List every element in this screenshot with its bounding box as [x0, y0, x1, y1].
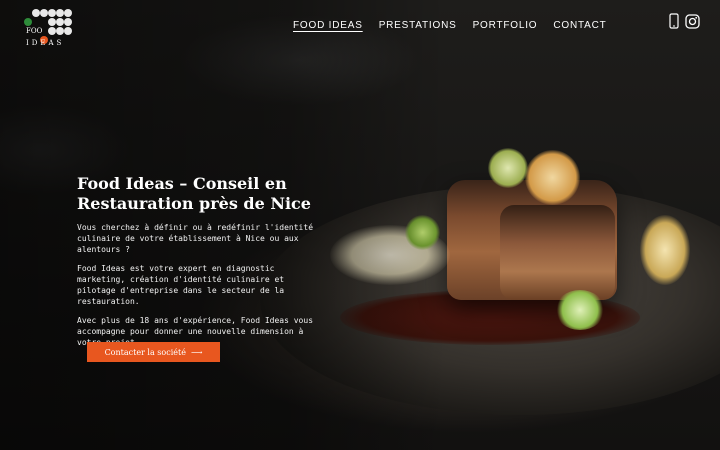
logo-text-top: FOO	[26, 27, 43, 35]
cta-label: Contacter la société	[104, 347, 186, 357]
nav-food-ideas[interactable]: FOOD IDEAS	[293, 20, 363, 31]
nav-contact[interactable]: CONTACT	[553, 20, 606, 31]
instagram-icon[interactable]	[685, 13, 700, 33]
phone-icon[interactable]	[669, 13, 679, 33]
hero-paragraph-1: Vous cherchez à définir ou à redéfinir l…	[77, 223, 314, 254]
logo-text-bottom: IDEAS	[26, 39, 65, 47]
main-nav: FOOD IDEAS PRESTATIONS PORTFOLIO CONTACT	[293, 20, 607, 31]
nav-portfolio[interactable]: PORTFOLIO	[473, 20, 538, 31]
header-icons	[669, 13, 700, 33]
arrow-right-icon: ⟶	[190, 347, 203, 357]
contact-company-button[interactable]: Contacter la société ⟶	[87, 342, 220, 362]
hero-paragraph-2: Food Ideas est votre expert en diagnosti…	[77, 264, 285, 306]
hero-content: Food Ideas – Conseil en Restauration prè…	[77, 174, 317, 356]
hero-title: Food Ideas – Conseil en Restauration prè…	[77, 174, 311, 213]
logo[interactable]: FOO IDEAS	[24, 9, 74, 47]
nav-prestations[interactable]: PRESTATIONS	[379, 20, 457, 31]
